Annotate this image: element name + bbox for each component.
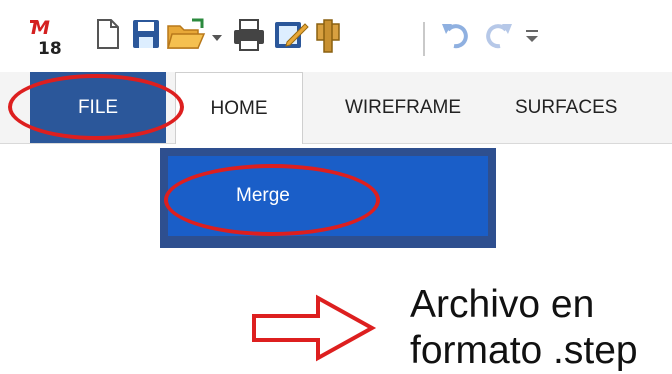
- tab-wireframe[interactable]: WIREFRAME: [318, 72, 488, 143]
- open-folder-icon[interactable]: [166, 18, 208, 52]
- library-icon[interactable]: [314, 18, 342, 54]
- right-arrow-icon: [252, 294, 377, 362]
- customize-toolbar-icon[interactable]: [525, 28, 539, 44]
- app-logo-icon[interactable]: M 18: [30, 14, 70, 58]
- redo-icon[interactable]: [482, 18, 514, 50]
- annotation-line-2: formato .step: [410, 329, 638, 372]
- highlight-ellipse-file: [8, 74, 184, 140]
- tab-surfaces[interactable]: SURFACES: [515, 72, 672, 143]
- highlight-ellipse-merge: [164, 164, 380, 236]
- annotation-text: Archivo en formato .step: [410, 282, 672, 374]
- new-file-icon[interactable]: [96, 18, 120, 50]
- toolbar-separator: [423, 22, 425, 56]
- annotation-line-1: Archivo en: [410, 283, 595, 326]
- print-icon[interactable]: [232, 18, 266, 52]
- edit-icon[interactable]: [273, 18, 309, 52]
- svg-text:18: 18: [38, 39, 62, 58]
- tab-home[interactable]: HOME: [175, 72, 303, 144]
- save-icon[interactable]: [131, 18, 161, 50]
- undo-icon[interactable]: [440, 18, 472, 50]
- dropdown-arrow-icon[interactable]: [211, 34, 223, 42]
- quick-access-toolbar: M 18: [0, 0, 672, 72]
